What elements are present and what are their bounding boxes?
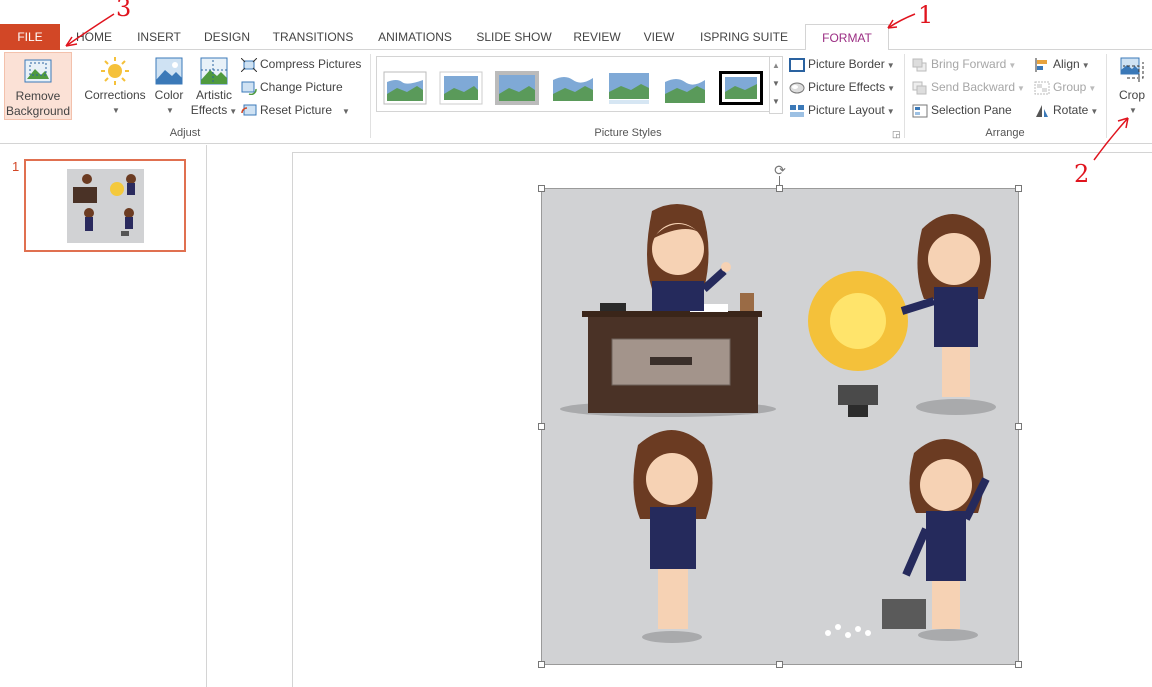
arrow-3 bbox=[65, 13, 115, 47]
arrow-2 bbox=[1093, 117, 1129, 161]
annotation-arrows bbox=[65, 13, 1129, 161]
